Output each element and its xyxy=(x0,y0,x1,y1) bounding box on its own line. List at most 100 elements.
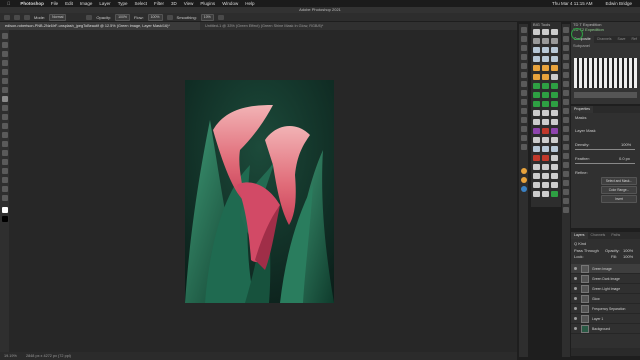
bt-btn-25[interactable] xyxy=(533,101,540,107)
marquee-tool-icon[interactable] xyxy=(1,42,8,48)
plugin-12-icon[interactable] xyxy=(563,126,569,132)
gradient-tool-icon[interactable] xyxy=(1,132,8,138)
select-and-mask-button[interactable]: Select and Mask... xyxy=(601,177,637,185)
bt-btn-41[interactable] xyxy=(542,146,549,152)
bt-btn-48[interactable] xyxy=(551,164,558,170)
plugin-18-icon[interactable] xyxy=(563,180,569,186)
layer-row[interactable]: Green Light Image xyxy=(571,284,640,294)
eye-icon[interactable] xyxy=(574,287,577,290)
plugin-20-icon[interactable] xyxy=(563,198,569,204)
td-luminosity-mask-buttons[interactable] xyxy=(574,58,637,88)
history-brush-tool-icon[interactable] xyxy=(1,114,8,120)
bt-btn-55[interactable] xyxy=(533,191,540,197)
pressure-icon[interactable] xyxy=(86,14,93,20)
plugin-3-icon[interactable] xyxy=(563,45,569,51)
bt-btn-56[interactable] xyxy=(542,191,549,197)
color-range-button[interactable]: Color Range... xyxy=(601,186,637,194)
actions-panel-icon[interactable] xyxy=(520,36,527,42)
bt-btn-10[interactable] xyxy=(533,56,540,62)
brush-tool-icon[interactable] xyxy=(1,96,8,102)
bt-btn-40[interactable] xyxy=(533,146,540,152)
zoom-tool-icon[interactable] xyxy=(1,195,8,201)
bt-btn-21[interactable] xyxy=(551,83,558,89)
shape-tool-icon[interactable] xyxy=(1,177,8,183)
flow-field[interactable]: 100% xyxy=(147,13,163,21)
eye-icon[interactable] xyxy=(574,267,577,270)
eye-icon[interactable] xyxy=(574,307,577,310)
quick-select-tool-icon[interactable] xyxy=(1,60,8,66)
bt-btn-8[interactable] xyxy=(542,47,549,53)
tab-paths[interactable]: Paths xyxy=(608,232,623,239)
eyedropper-tool-icon[interactable] xyxy=(1,78,8,84)
opacity-field[interactable]: 100% xyxy=(115,13,131,21)
bt-btn-53[interactable] xyxy=(542,182,549,188)
info-panel-icon[interactable] xyxy=(520,45,527,51)
orange-plugin-icon[interactable] xyxy=(520,168,527,174)
bt-btn-19[interactable] xyxy=(533,83,540,89)
eye-icon[interactable] xyxy=(574,327,577,330)
menu-app-name[interactable]: Photoshop xyxy=(20,1,44,6)
bt-btn-12[interactable] xyxy=(551,56,558,62)
bt-btn-24[interactable] xyxy=(551,92,558,98)
menu-layer[interactable]: Layer xyxy=(99,1,110,6)
plugin-9-icon[interactable] xyxy=(563,99,569,105)
healing-tool-icon[interactable] xyxy=(1,87,8,93)
td-tab-ref[interactable]: Ref xyxy=(629,36,640,43)
foreground-color-icon[interactable] xyxy=(1,207,8,213)
bt-btn-26[interactable] xyxy=(542,101,549,107)
bt-btn-17[interactable] xyxy=(542,74,549,80)
menu-view[interactable]: View xyxy=(184,1,194,6)
clone-stamp-tool-icon[interactable] xyxy=(1,105,8,111)
styles-panel-icon[interactable] xyxy=(520,117,527,123)
menu-3d[interactable]: 3D xyxy=(171,1,177,6)
bt-btn-9[interactable] xyxy=(551,47,558,53)
tab-document-1[interactable]: edison-robertson-PNB-2Nz6IrF-unsplash_jp… xyxy=(0,22,200,30)
tab-layers[interactable]: Layers xyxy=(571,232,588,239)
bt-btn-42[interactable] xyxy=(551,146,558,152)
td-tab-channels[interactable]: Channels xyxy=(594,36,615,43)
bt-btn-2[interactable] xyxy=(542,29,549,35)
bt-btn-43[interactable] xyxy=(533,155,540,161)
eraser-tool-icon[interactable] xyxy=(1,123,8,129)
plugin-10-icon[interactable] xyxy=(563,108,569,114)
dodge-tool-icon[interactable] xyxy=(1,141,8,147)
plugin-14-icon[interactable] xyxy=(563,144,569,150)
bt-btn-38[interactable] xyxy=(542,137,549,143)
feather-value[interactable]: 0.0 px xyxy=(619,156,630,161)
plugin-2-icon[interactable] xyxy=(563,36,569,42)
libraries-panel-icon[interactable] xyxy=(520,144,527,150)
tab-channels[interactable]: Channels xyxy=(588,232,609,239)
layer-row[interactable]: Frequency Separation xyxy=(571,304,640,314)
bt-btn-28[interactable] xyxy=(533,110,540,116)
menu-file[interactable]: File xyxy=(51,1,58,6)
menu-image[interactable]: Image xyxy=(80,1,93,6)
menu-plugins[interactable]: Plugins xyxy=(200,1,215,6)
bt-btn-50[interactable] xyxy=(542,173,549,179)
orange-plugin-2-icon[interactable] xyxy=(520,177,527,183)
bt-btn-49[interactable] xyxy=(533,173,540,179)
bt-btn-33[interactable] xyxy=(551,119,558,125)
layer-filter-kind[interactable]: Q Kind xyxy=(574,241,586,246)
menu-edit[interactable]: Edit xyxy=(65,1,73,6)
plugin-11-icon[interactable] xyxy=(563,117,569,123)
bt-btn-16[interactable] xyxy=(533,74,540,80)
patterns-panel-icon[interactable] xyxy=(520,108,527,114)
properties-title[interactable]: Properties xyxy=(571,106,593,113)
swatches-panel-icon[interactable] xyxy=(520,81,527,87)
brush-settings-panel-icon[interactable] xyxy=(520,54,527,60)
plugin-15-icon[interactable] xyxy=(563,153,569,159)
bt-btn-32[interactable] xyxy=(542,119,549,125)
density-slider[interactable] xyxy=(575,149,635,150)
layer-opacity-value[interactable]: 100% xyxy=(623,248,633,253)
feather-slider[interactable] xyxy=(575,163,635,164)
bt-btn-36[interactable] xyxy=(551,128,558,134)
bt-btn-13[interactable] xyxy=(533,65,540,71)
mode-select[interactable]: Normal xyxy=(49,13,67,21)
bt-btn-45[interactable] xyxy=(551,155,558,161)
bt-btn-1[interactable] xyxy=(533,29,540,35)
plugin-21-icon[interactable] xyxy=(563,207,569,213)
bt-btn-44[interactable] xyxy=(542,155,549,161)
eye-icon[interactable] xyxy=(574,277,577,280)
eye-icon[interactable] xyxy=(574,317,577,320)
plugin-17-icon[interactable] xyxy=(563,171,569,177)
